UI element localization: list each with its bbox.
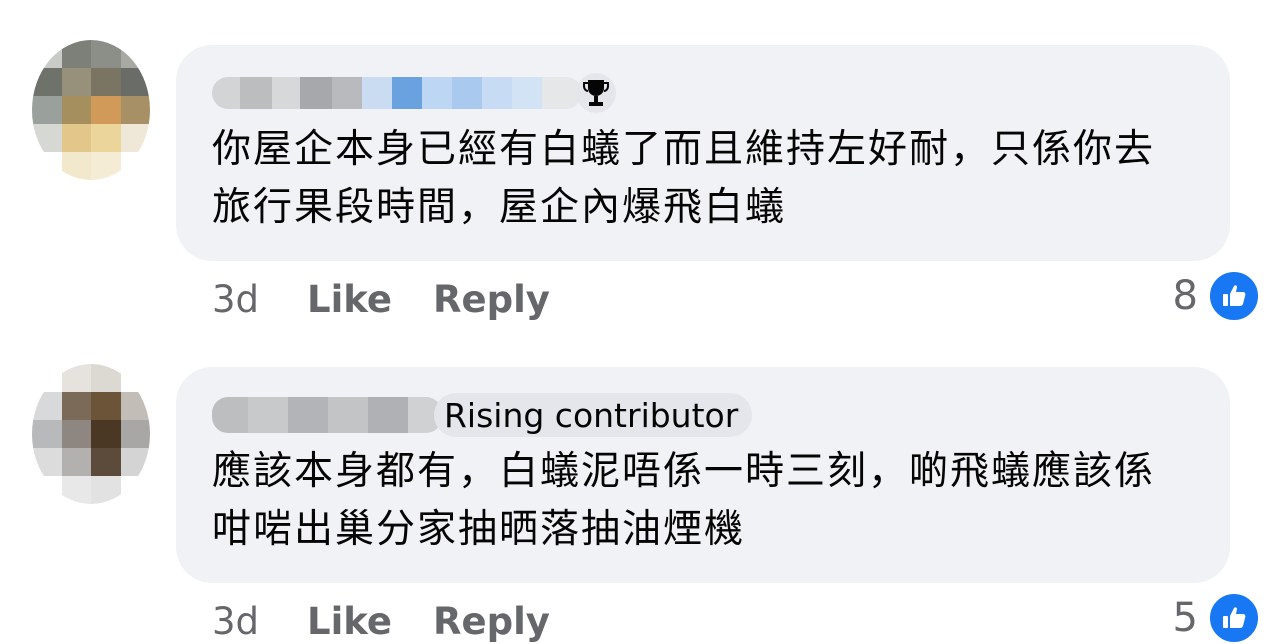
thumbs-up-icon bbox=[1208, 592, 1260, 644]
like-button[interactable]: Like bbox=[307, 600, 433, 643]
trophy-icon[interactable] bbox=[576, 73, 616, 113]
thumbs-up-icon bbox=[1208, 270, 1260, 322]
comment-timestamp[interactable]: 3d bbox=[212, 278, 307, 321]
reaction-summary[interactable]: 5 bbox=[1173, 592, 1260, 644]
comment-timestamp[interactable]: 3d bbox=[212, 600, 307, 643]
reaction-count: 5 bbox=[1172, 595, 1198, 641]
rising-contributor-badge[interactable]: Rising contributor bbox=[434, 393, 753, 437]
avatar[interactable] bbox=[32, 364, 150, 504]
reply-button[interactable]: Reply bbox=[433, 278, 550, 321]
avatar[interactable] bbox=[32, 40, 150, 180]
comment-text: 應該本身都有，白蟻泥唔係一時三刻，啲飛蟻應該係咁啱出巢分家抽晒落抽油煙機 bbox=[212, 449, 1156, 552]
author-row: Rising contributor bbox=[212, 393, 1194, 437]
author-row bbox=[212, 71, 1194, 115]
comment-bubble: 你屋企本身已經有白蟻了而且維持左好耐，只係你去旅行果段時間，屋企內爆飛白蟻 bbox=[176, 45, 1230, 261]
comment-actions: 3d Like Reply bbox=[212, 278, 550, 321]
comment-bubble: Rising contributor 應該本身都有，白蟻泥唔係一時三刻，啲飛蟻應… bbox=[176, 367, 1230, 583]
author-name-blurred[interactable] bbox=[212, 77, 582, 109]
badge-label: Rising contributor bbox=[444, 395, 739, 435]
author-name-blurred[interactable] bbox=[212, 397, 442, 433]
comment-text: 你屋企本身已經有白蟻了而且維持左好耐，只係你去旅行果段時間，屋企內爆飛白蟻 bbox=[212, 127, 1156, 230]
reaction-summary[interactable]: 8 bbox=[1173, 270, 1260, 322]
like-button[interactable]: Like bbox=[307, 278, 433, 321]
reaction-count: 8 bbox=[1172, 273, 1198, 319]
reply-button[interactable]: Reply bbox=[433, 600, 550, 643]
comment-actions: 3d Like Reply bbox=[212, 600, 550, 643]
